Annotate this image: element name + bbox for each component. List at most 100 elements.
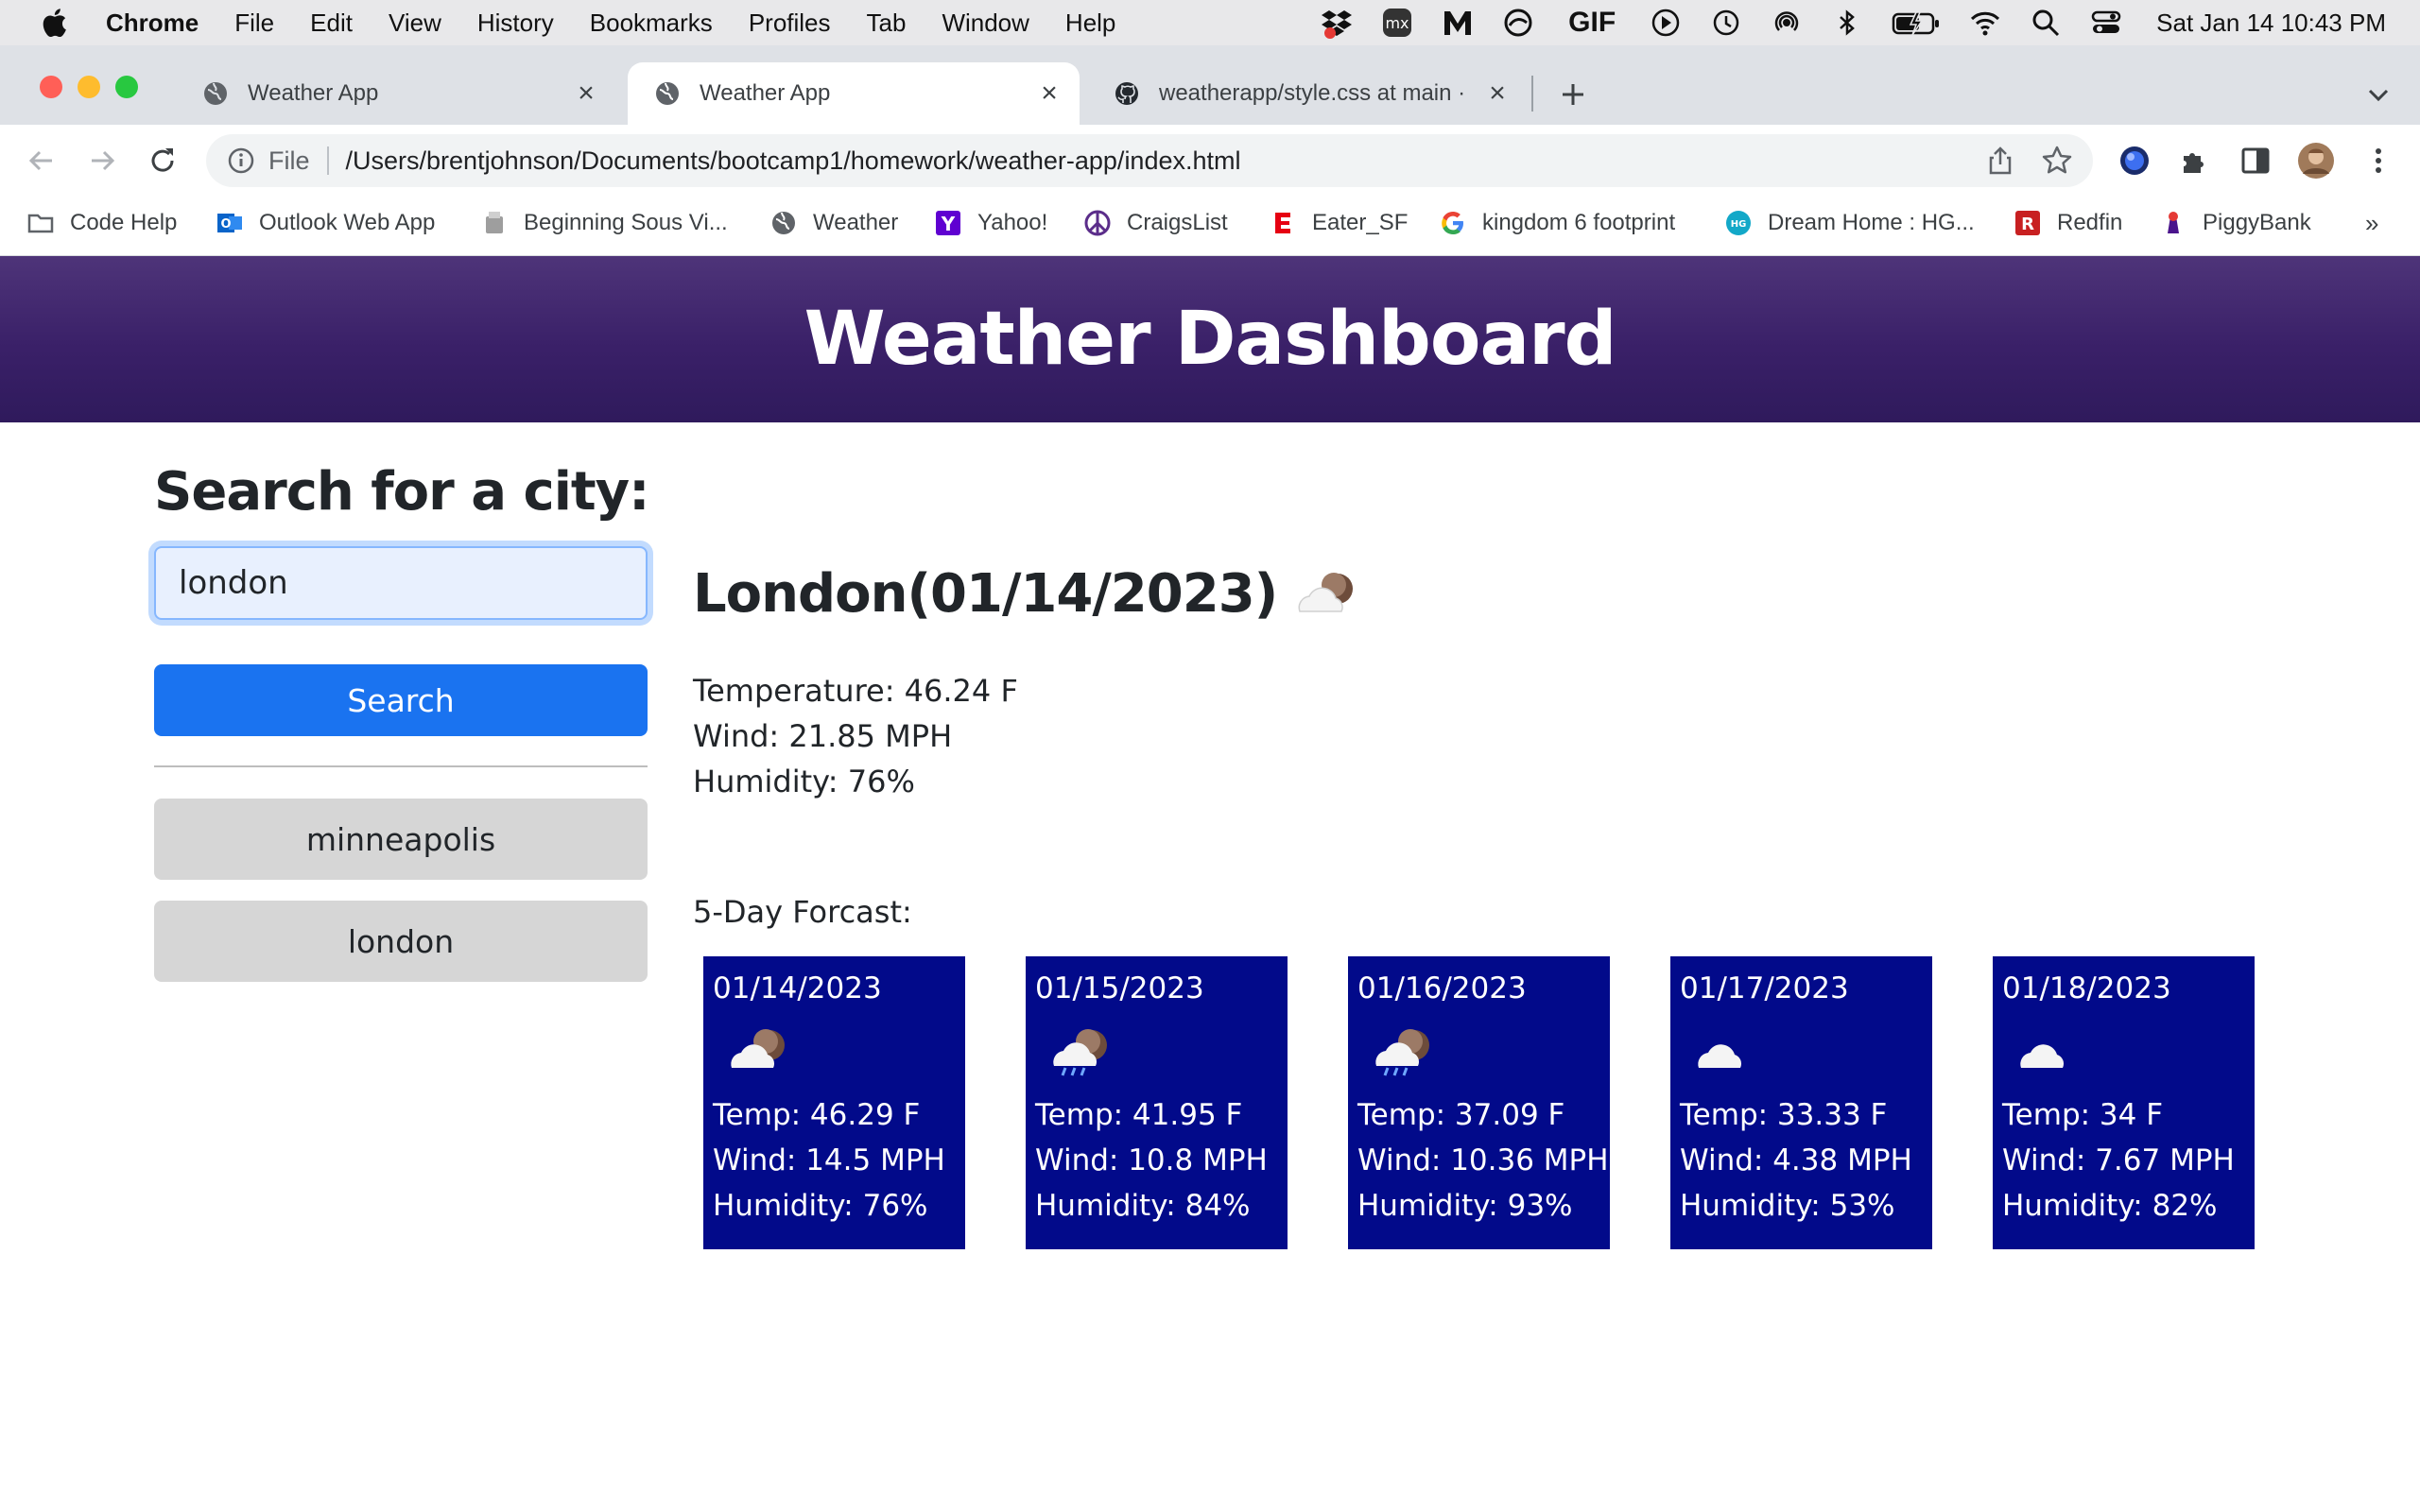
history-button-minneapolis[interactable]: minneapolis (154, 799, 648, 880)
more-menu-icon[interactable] (2360, 142, 2397, 180)
spotlight-search-icon[interactable] (2030, 7, 2062, 39)
profile-avatar[interactable] (2297, 142, 2335, 180)
tab-label: Weather App (700, 80, 831, 106)
time-machine-icon[interactable] (1710, 7, 1742, 39)
sous-vide-icon (480, 209, 509, 237)
extension-circle-icon[interactable] (2116, 142, 2153, 180)
address-bar[interactable]: File /Users/brentjohnson/Documents/bootc… (206, 134, 2093, 187)
menu-history[interactable]: History (477, 9, 554, 38)
bookmark-dream-home-hg[interactable]: HG Dream Home : HG... (1724, 204, 1975, 242)
dropbox-icon[interactable] (1321, 7, 1353, 39)
tab-weather-app-2[interactable]: Weather App × (628, 62, 1080, 125)
bookmark-craigslist[interactable]: CraigsList (1083, 204, 1228, 242)
bookmark-redfin[interactable]: R Redfin (2014, 204, 2122, 242)
menu-bookmarks[interactable]: Bookmarks (590, 9, 713, 38)
search-button[interactable]: Search (154, 664, 648, 736)
menu-bar-clock[interactable]: Sat Jan 14 10:43 PM (2156, 9, 2386, 38)
svg-text:HG: HG (1731, 219, 1747, 230)
apple-logo-icon[interactable] (40, 8, 68, 38)
cloud-icon (2020, 1044, 2065, 1068)
current-humidity: Humidity: 76% (693, 764, 915, 799)
tab-github-style-css[interactable]: weatherapp/style.css at main · × (1087, 62, 1528, 125)
forecast-card: 01/14/2023 Temp: 46.29 F Wind: 14.5 MPH … (703, 956, 965, 1249)
back-arrow-icon[interactable] (21, 140, 62, 181)
share-icon[interactable] (1985, 146, 2015, 176)
info-icon[interactable] (227, 146, 255, 175)
mx-app-icon[interactable]: mx (1381, 7, 1413, 39)
menu-help[interactable]: Help (1065, 9, 1115, 38)
bookmark-code-help[interactable]: Code Help (26, 204, 177, 242)
bookmark-eater-sf[interactable]: Eater_SF (1269, 204, 1408, 242)
search-heading: Search for a city: (154, 461, 650, 523)
github-icon (1115, 82, 1138, 105)
macos-menu-bar: Chrome File Edit View History Bookmarks … (0, 0, 2420, 45)
forecast-date: 01/17/2023 (1680, 971, 1849, 1005)
forecast-temp: Temp: 41.95 F (1035, 1098, 1243, 1132)
control-center-icon[interactable] (2090, 7, 2122, 39)
play-circle-icon[interactable] (1650, 7, 1682, 39)
menu-file[interactable]: File (234, 9, 274, 38)
reload-icon[interactable] (142, 140, 183, 181)
folder-icon (26, 209, 55, 237)
piggybank-icon (2159, 209, 2187, 237)
url-text[interactable]: /Users/brentjohnson/Documents/bootcamp1/… (346, 146, 1241, 176)
bluetooth-icon[interactable] (1831, 7, 1863, 39)
close-icon[interactable]: × (573, 77, 599, 109)
tab-search-chevron-down-icon[interactable] (2358, 74, 2399, 115)
bookmark-label: Eater_SF (1312, 210, 1409, 235)
menu-window[interactable]: Window (942, 9, 1028, 38)
m-app-icon[interactable] (1442, 7, 1474, 39)
bookmarks-overflow-chevron-icon[interactable]: » (2365, 204, 2378, 242)
forecast-humidity: Humidity: 76% (713, 1189, 928, 1223)
menu-app-chrome[interactable]: Chrome (106, 9, 199, 38)
forecast-temp: Temp: 34 F (2002, 1098, 2164, 1132)
forward-arrow-icon[interactable] (81, 140, 123, 181)
yahoo-icon: Y (934, 209, 962, 237)
close-icon[interactable]: × (1484, 77, 1511, 109)
forecast-humidity: Humidity: 84% (1035, 1189, 1251, 1223)
forecast-temp: Temp: 33.33 F (1680, 1098, 1888, 1132)
menu-profiles[interactable]: Profiles (749, 9, 831, 38)
globe-icon (769, 209, 798, 237)
window-zoom-button[interactable] (115, 76, 138, 98)
bookmark-weather[interactable]: Weather (769, 204, 898, 242)
forecast-wind: Wind: 4.38 MPH (1680, 1143, 1912, 1177)
current-city-date: London(01/14/2023) (693, 563, 1278, 625)
side-panel-icon[interactable] (2237, 142, 2274, 180)
bookmark-star-icon[interactable] (2040, 144, 2074, 178)
bookmark-label: Yahoo! (977, 210, 1048, 235)
window-minimize-button[interactable] (78, 76, 100, 98)
bookmark-label: Dream Home : HG... (1768, 210, 1975, 235)
bookmark-beginning-sous-vide[interactable]: Beginning Sous Vi... (480, 204, 728, 242)
extensions-puzzle-icon[interactable] (2176, 142, 2214, 180)
forecast-wind: Wind: 10.8 MPH (1035, 1143, 1268, 1177)
tab-weather-app-1[interactable]: Weather App × (176, 62, 616, 125)
history-button-london[interactable]: london (154, 901, 648, 982)
hg-icon: HG (1724, 209, 1753, 237)
page-title: Weather Dashboard (804, 297, 1617, 382)
rain-night-icon (1053, 1029, 1107, 1076)
globe-icon (204, 82, 227, 105)
battery-charging-icon[interactable] (1892, 7, 1941, 39)
forecast-date: 01/18/2023 (2002, 971, 2171, 1005)
city-search-input[interactable] (154, 546, 648, 620)
menu-edit[interactable]: Edit (310, 9, 353, 38)
wifi-icon[interactable] (1969, 7, 2001, 39)
menu-view[interactable]: View (389, 9, 441, 38)
circle-slash-icon[interactable] (1502, 7, 1534, 39)
forecast-humidity: Humidity: 82% (2002, 1189, 2218, 1223)
window-close-button[interactable] (40, 76, 62, 98)
bookmark-piggybank[interactable]: PiggyBank (2159, 204, 2311, 242)
current-weather-title: London(01/14/2023) (693, 563, 1366, 625)
gif-icon[interactable]: GIF (1563, 7, 1621, 39)
new-tab-icon[interactable] (1552, 74, 1594, 115)
airdrop-icon[interactable] (1771, 7, 1803, 39)
forecast-wind: Wind: 10.36 MPH (1357, 1143, 1609, 1177)
menu-tab[interactable]: Tab (867, 9, 907, 38)
forecast-date: 01/16/2023 (1357, 971, 1527, 1005)
bookmark-outlook-web-app[interactable]: O Outlook Web App (216, 204, 435, 242)
close-icon[interactable]: × (1036, 77, 1063, 109)
forecast-date: 01/15/2023 (1035, 971, 1204, 1005)
bookmark-kingdom-6-footprint[interactable]: kingdom 6 footprint (1439, 204, 1675, 242)
bookmark-yahoo[interactable]: Y Yahoo! (934, 204, 1047, 242)
